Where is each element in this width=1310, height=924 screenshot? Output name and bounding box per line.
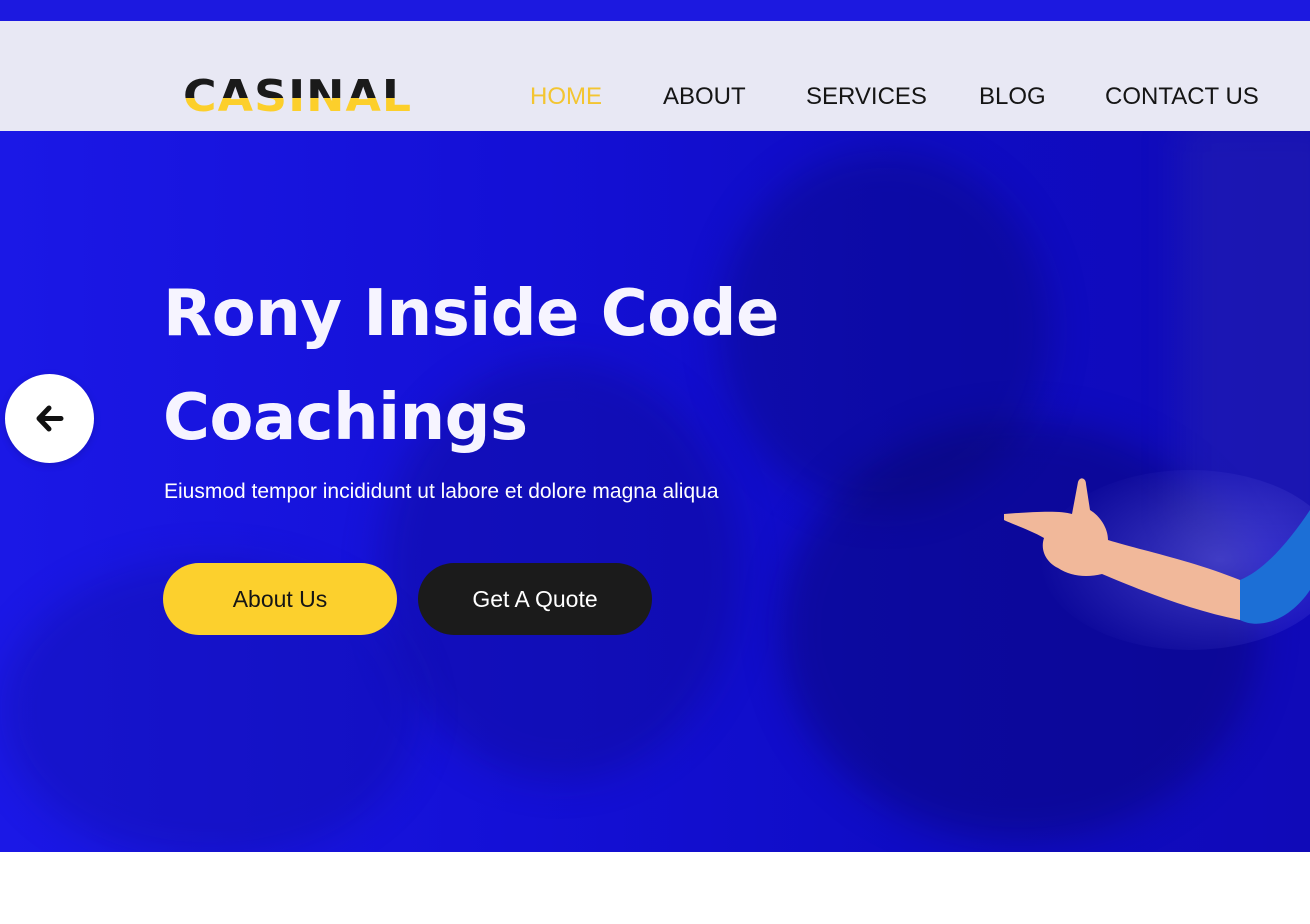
hero-title: Rony Inside Code Coachings [163,262,923,470]
hero-top-strip [0,0,1310,21]
hero-title-line-2: Coachings [163,381,528,455]
carousel-prev-button[interactable] [5,374,94,463]
hero-title-line-1: Rony Inside Code [163,277,779,351]
nav-item-about[interactable]: ABOUT [663,79,746,115]
hero-subtitle: Eiusmod tempor incididunt ut labore et d… [164,480,719,503]
site-header: CASINAL HOME ABOUT SERVICES BLOG CONTACT… [0,21,1310,131]
nav-item-services[interactable]: SERVICES [806,79,927,115]
nav-item-contact-us[interactable]: CONTACT US [1105,79,1259,115]
get-a-quote-button[interactable]: Get A Quote [418,563,652,635]
arrow-left-icon [36,405,64,432]
about-us-button[interactable]: About Us [163,563,397,635]
pointing-hand-image [1004,470,1310,650]
nav-item-home[interactable]: HOME [530,79,602,115]
nav-item-blog[interactable]: BLOG [979,79,1046,115]
main-nav: HOME ABOUT SERVICES BLOG CONTACT US [0,79,1310,115]
